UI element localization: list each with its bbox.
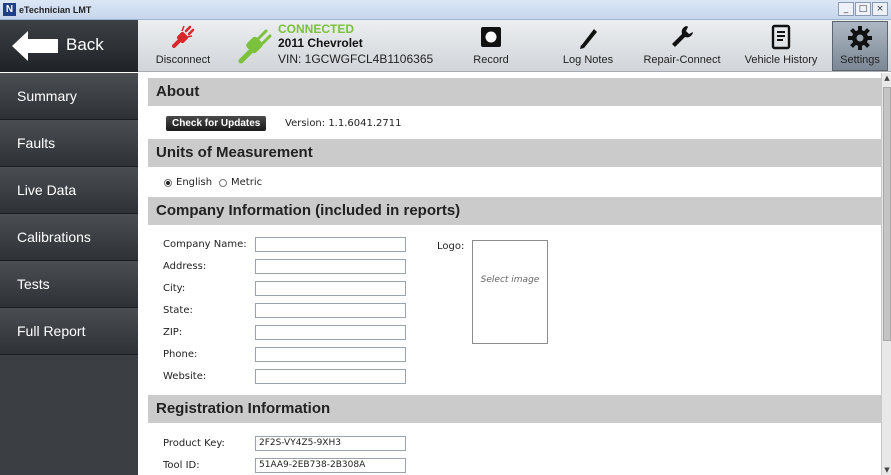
sidebar-item-live-data[interactable]: Live Data [0, 167, 138, 214]
phone-label: Phone: [163, 349, 198, 360]
product-key-label: Product Key: [163, 438, 225, 449]
website-field[interactable] [255, 369, 406, 384]
scroll-down-icon[interactable]: ▼ [882, 465, 891, 475]
company-name-label: Company Name: [163, 239, 247, 250]
vehicle-history-label: Vehicle History [744, 54, 818, 66]
vertical-scrollbar[interactable]: ▲ ▼ [881, 73, 891, 475]
app-icon: N [3, 3, 16, 16]
logo-label: Logo: [437, 241, 465, 252]
back-label: Back [66, 35, 104, 54]
settings-inner: Settings [833, 22, 887, 70]
check-for-updates-button[interactable]: Check for Updates [166, 116, 267, 131]
window-title: eTechnician LMT [19, 5, 92, 15]
sidebar-item-calibrations[interactable]: Calibrations [0, 214, 138, 261]
disconnect-button[interactable]: Disconnect [148, 20, 218, 72]
units-header: Units of Measurement [148, 139, 881, 167]
company-name-field[interactable] [255, 237, 406, 252]
address-field[interactable] [255, 259, 406, 274]
record-button[interactable]: Record [468, 20, 514, 72]
state-label: State: [163, 305, 193, 316]
log-notes-button[interactable]: Log Notes [560, 20, 616, 72]
city-label: City: [163, 283, 186, 294]
toolbar: Back Disconnect CONNECTED 2011 Chevrolet… [0, 20, 891, 72]
wrench-icon [672, 26, 693, 47]
repair-connect-button[interactable]: Repair-Connect [641, 20, 723, 72]
english-label: English [176, 177, 213, 188]
disconnect-label: Disconnect [155, 54, 211, 66]
document-icon [771, 24, 791, 50]
registration-header: Registration Information [148, 395, 881, 423]
scroll-thumb[interactable] [883, 87, 891, 341]
connection-status: CONNECTED 2011 Chevrolet VIN: 1GCWGFCL4B… [232, 20, 452, 72]
tool-id-field[interactable]: 51AA9-2EB738-2B308A [255, 458, 406, 473]
zip-label: ZIP: [163, 327, 183, 338]
website-label: Website: [163, 371, 207, 382]
state-field[interactable] [255, 303, 406, 318]
scroll-up-icon[interactable]: ▲ [882, 73, 891, 83]
vehicle-name: 2011 Chevrolet [278, 36, 363, 50]
sidebar: Summary Faults Live Data Calibrations Te… [0, 73, 138, 475]
title-bar: N eTechnician LMT _ □ × [0, 0, 891, 20]
select-image-text: Select image [480, 275, 540, 285]
repair-connect-label: Repair-Connect [643, 54, 721, 66]
sidebar-item-full-report[interactable]: Full Report [0, 308, 138, 355]
city-field[interactable] [255, 281, 406, 296]
record-label: Record [473, 54, 509, 66]
zip-field[interactable] [255, 325, 406, 340]
window-controls: _ □ × [838, 2, 888, 16]
settings-button[interactable]: Settings [832, 21, 888, 71]
close-button[interactable]: × [872, 2, 888, 16]
logo-select-box[interactable]: Select image [472, 240, 548, 344]
phone-field[interactable] [255, 347, 406, 362]
record-icon [481, 27, 501, 47]
connected-plug-icon [238, 29, 272, 64]
english-radio[interactable] [164, 179, 172, 187]
sidebar-item-faults[interactable]: Faults [0, 120, 138, 167]
connection-status-text: CONNECTED [278, 22, 355, 36]
pencil-icon [580, 29, 597, 49]
log-notes-label: Log Notes [562, 54, 614, 66]
about-header: About [148, 78, 881, 106]
vehicle-history-button[interactable]: Vehicle History [743, 20, 819, 72]
minimize-button[interactable]: _ [838, 2, 854, 16]
company-header: Company Information (included in reports… [148, 197, 881, 225]
metric-label: Metric [231, 177, 263, 188]
back-button[interactable]: Back [0, 20, 138, 72]
product-key-field[interactable]: 2F2S-VY4Z5-9XH3 [255, 436, 406, 451]
address-label: Address: [163, 261, 207, 272]
tool-id-label: Tool ID: [163, 460, 200, 471]
maximize-button[interactable]: □ [855, 2, 871, 16]
gear-icon [848, 26, 872, 50]
metric-radio[interactable] [219, 179, 227, 187]
sidebar-item-summary[interactable]: Summary [0, 73, 138, 120]
vehicle-vin: VIN: 1GCWGFCL4B1106365 [278, 52, 434, 66]
arrow-left-icon [12, 31, 58, 61]
sidebar-item-tests[interactable]: Tests [0, 261, 138, 308]
unplug-icon [172, 25, 195, 48]
settings-panel: About Check for Updates Version: 1.1.604… [148, 73, 881, 475]
settings-label: Settings [840, 54, 880, 66]
version-text: Version: 1.1.6041.2711 [285, 118, 402, 129]
